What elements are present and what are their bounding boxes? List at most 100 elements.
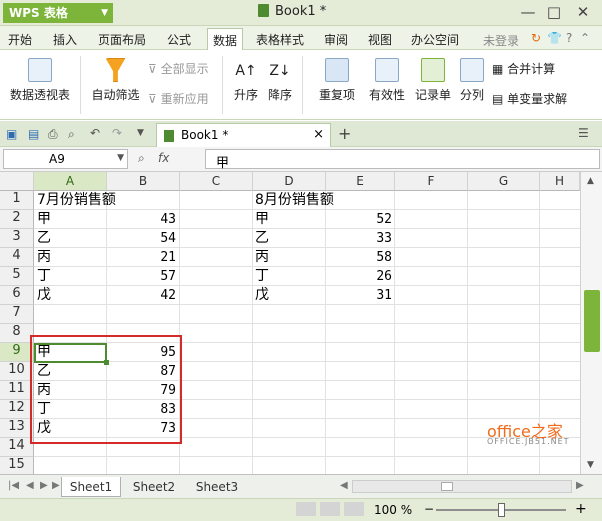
scroll-down-icon[interactable]: ▼ xyxy=(587,460,594,470)
row-header[interactable]: 13 xyxy=(0,419,34,438)
next-sheet-icon[interactable]: ▶ xyxy=(40,480,48,491)
column-header-e[interactable]: E xyxy=(326,172,395,191)
page-layout-view-icon[interactable] xyxy=(320,502,340,516)
skin-icon[interactable]: 👕 xyxy=(547,31,562,45)
zoom-lookup-icon[interactable]: ⌕ xyxy=(138,151,145,166)
tab-book1[interactable]: Book1 * × xyxy=(156,123,331,147)
menu-data[interactable]: 数据 xyxy=(207,28,244,50)
menu-view[interactable]: 视图 xyxy=(368,31,392,48)
row-header[interactable]: 12 xyxy=(0,400,34,419)
print-icon[interactable]: ⎙ xyxy=(48,127,58,142)
row-header[interactable]: 5 xyxy=(0,267,34,286)
minimize-button[interactable]: — xyxy=(517,3,539,21)
name-box[interactable]: A9 ▼ xyxy=(3,149,128,169)
zoom-level[interactable]: 100 % xyxy=(374,503,412,517)
column-header-d[interactable]: D xyxy=(253,172,326,191)
cell-a1[interactable]: 7月份销售额 xyxy=(37,191,116,210)
horizontal-scrollbar[interactable] xyxy=(352,480,572,493)
save-icon[interactable]: ▤ xyxy=(28,127,39,141)
cell-b5[interactable]: 57 xyxy=(107,267,176,286)
row-header[interactable]: 7 xyxy=(0,305,34,324)
vertical-scrollbar[interactable]: ▲ ▼ xyxy=(580,172,602,474)
menu-insert[interactable]: 插入 xyxy=(53,31,77,48)
scroll-thumb[interactable] xyxy=(584,290,600,352)
zoom-slider-knob[interactable] xyxy=(498,503,505,517)
tab-close-icon[interactable]: × xyxy=(313,127,324,142)
menu-office-space[interactable]: 办公空间 xyxy=(411,31,459,48)
redo-icon[interactable]: ↷ xyxy=(112,126,122,140)
cell-e4[interactable]: 58 xyxy=(326,248,392,267)
normal-view-icon[interactable] xyxy=(296,502,316,516)
cell-a4[interactable]: 丙 xyxy=(37,248,51,267)
reapply-button[interactable]: ⊽ 重新应用 xyxy=(148,90,209,107)
column-header-c[interactable]: C xyxy=(180,172,253,191)
undo-icon[interactable]: ↶ xyxy=(90,126,100,140)
prev-sheet-icon[interactable]: ◀ xyxy=(26,480,34,491)
print-preview-icon[interactable]: ⌕ xyxy=(68,127,75,142)
row-header[interactable]: 4 xyxy=(0,248,34,267)
menu-table-style[interactable]: 表格样式 xyxy=(256,31,304,48)
row-header[interactable]: 1 xyxy=(0,191,34,210)
cell-a5[interactable]: 丁 xyxy=(37,267,51,286)
scroll-up-icon[interactable]: ▲ xyxy=(587,176,594,186)
row-header[interactable]: 14 xyxy=(0,438,34,457)
cell-d1[interactable]: 8月份销售额 xyxy=(255,191,334,210)
menu-page-layout[interactable]: 页面布局 xyxy=(98,31,146,48)
row-header[interactable]: 9 xyxy=(0,343,34,362)
row-header[interactable]: 10 xyxy=(0,362,34,381)
cell-d6[interactable]: 戊 xyxy=(255,286,269,305)
sort-descending-button[interactable]: Z↓ 降序 xyxy=(266,58,294,103)
menu-review[interactable]: 审阅 xyxy=(324,31,348,48)
maximize-button[interactable]: □ xyxy=(543,3,565,21)
column-header-a[interactable]: A xyxy=(34,172,107,191)
cell-d5[interactable]: 丁 xyxy=(255,267,269,286)
close-button[interactable]: ✕ xyxy=(572,3,594,21)
cell-e2[interactable]: 52 xyxy=(326,210,392,229)
column-header-g[interactable]: G xyxy=(468,172,540,191)
sheet-tab-sheet3[interactable]: Sheet3 xyxy=(187,477,247,497)
column-header-h[interactable]: H xyxy=(540,172,580,191)
row-header[interactable]: 2 xyxy=(0,210,34,229)
duplicates-button[interactable]: 重复项 xyxy=(312,58,362,103)
select-all-corner[interactable] xyxy=(0,172,34,191)
row-header[interactable]: 6 xyxy=(0,286,34,305)
column-header-f[interactable]: F xyxy=(395,172,468,191)
sheet-tab-sheet1[interactable]: Sheet1 xyxy=(61,477,121,497)
cell-b4[interactable]: 21 xyxy=(107,248,176,267)
scroll-left-icon[interactable]: ◀ xyxy=(340,480,348,491)
app-menu-button[interactable]: WPS 表格 ▼ xyxy=(3,3,113,23)
insert-function-button[interactable]: fx xyxy=(158,151,169,165)
pivot-table-button[interactable]: 数据透视表 xyxy=(9,58,71,103)
cell-e5[interactable]: 26 xyxy=(326,267,392,286)
new-tab-button[interactable]: + xyxy=(338,124,351,143)
expand-icon[interactable]: ⌃ xyxy=(580,31,590,45)
row-header[interactable]: 15 xyxy=(0,457,34,474)
chevron-down-icon[interactable]: ▼ xyxy=(137,128,144,138)
menu-formula[interactable]: 公式 xyxy=(167,31,191,48)
new-file-icon[interactable]: ▣ xyxy=(6,127,17,141)
sort-ascending-button[interactable]: A↑ 升序 xyxy=(232,58,260,103)
split-columns-button[interactable]: 分列 xyxy=(458,58,486,103)
menu-home[interactable]: 开始 xyxy=(8,31,32,48)
zoom-in-icon[interactable]: + xyxy=(575,501,587,517)
row-header[interactable]: 8 xyxy=(0,324,34,343)
record-form-button[interactable]: 记录单 xyxy=(413,58,453,103)
refresh-icon[interactable]: ↻ xyxy=(531,31,541,45)
page-break-view-icon[interactable] xyxy=(344,502,364,516)
sheet-tab-sheet2[interactable]: Sheet2 xyxy=(124,477,184,497)
cell-a2[interactable]: 甲 xyxy=(37,210,51,229)
first-sheet-icon[interactable]: |◀ xyxy=(8,480,19,491)
login-link[interactable]: 未登录 xyxy=(483,32,519,49)
cell-e3[interactable]: 33 xyxy=(326,229,392,248)
cell-d4[interactable]: 丙 xyxy=(255,248,269,267)
cell-a6[interactable]: 戊 xyxy=(37,286,51,305)
cell-b2[interactable]: 43 xyxy=(107,210,176,229)
cell-a3[interactable]: 乙 xyxy=(37,229,51,248)
cell-e6[interactable]: 31 xyxy=(326,286,392,305)
cell-b6[interactable]: 42 xyxy=(107,286,176,305)
validity-button[interactable]: 有效性 xyxy=(367,58,407,103)
chevron-down-icon[interactable]: ▼ xyxy=(117,153,124,163)
row-header[interactable]: 11 xyxy=(0,381,34,400)
cell-d2[interactable]: 甲 xyxy=(255,210,269,229)
goal-seek-button[interactable]: ▤ 单变量求解 xyxy=(492,90,567,107)
